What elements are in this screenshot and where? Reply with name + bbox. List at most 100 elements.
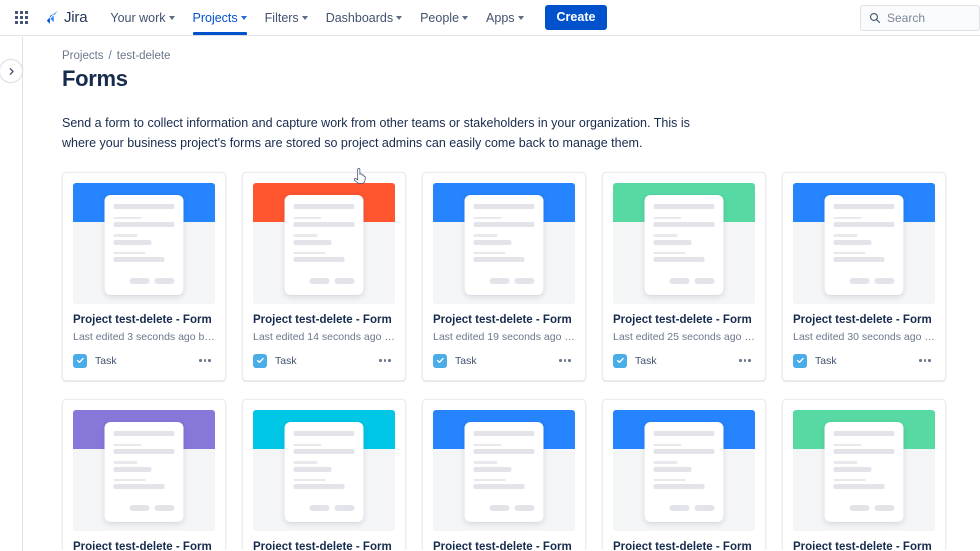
nav-item-label: Filters (264, 10, 299, 25)
preview-button-pill (489, 504, 510, 511)
preview-title-bar (293, 203, 355, 209)
form-card[interactable]: Project test-delete - Form Last edited 14… (242, 171, 406, 381)
nav-item-projects[interactable]: Projects (184, 0, 256, 35)
search-input[interactable]: Search (860, 4, 980, 31)
preview-button-pill (874, 504, 895, 511)
form-card-footer: Task (783, 343, 945, 380)
form-card[interactable]: Project test-delete - FormLast edited 1 … (422, 398, 586, 550)
form-card[interactable]: Project test-delete - FormLast edited 1 … (782, 398, 946, 551)
search-placeholder: Search (887, 10, 926, 25)
form-card-last-edited: Last edited 30 seconds ago by you (793, 330, 935, 343)
preview-field-bar (473, 466, 512, 472)
form-card-more-actions-button[interactable] (735, 352, 755, 370)
preview-button-pill (514, 277, 535, 284)
app-switcher-button[interactable] (8, 5, 34, 31)
preview-label-bar (833, 251, 866, 254)
nav-item-label: Apps (486, 10, 515, 25)
preview-title-bar (653, 203, 715, 209)
brand-name: Jira (64, 9, 88, 26)
form-card[interactable]: Project test-delete - FormLast edited 1 … (602, 398, 766, 551)
preview-field-bar (833, 466, 872, 472)
preview-button-pill (309, 277, 330, 284)
form-card[interactable]: Project test-delete - FormLast edited 36… (62, 398, 226, 550)
chevron-down-icon (517, 16, 524, 20)
preview-field-bar (113, 466, 152, 472)
form-card-body: Project test-delete - Form Last edited 14… (243, 304, 405, 343)
chevron-right-icon (9, 67, 14, 75)
task-checkbox-icon (793, 353, 807, 368)
preview-field-bar (653, 484, 705, 489)
form-card-title: Project test-delete - Form (793, 540, 932, 551)
preview-field-bar (113, 484, 165, 489)
form-card-more-actions-button[interactable] (195, 352, 215, 370)
preview-button-pill (489, 277, 510, 284)
preview-buttons (669, 277, 715, 284)
form-card-footer: Task (423, 343, 585, 380)
nav-item-label: Projects (192, 10, 238, 25)
create-button[interactable]: Create (544, 5, 608, 30)
grid-apps-icon (14, 11, 28, 24)
form-card[interactable]: Project test-delete - Form Last edited 3 … (62, 171, 226, 381)
collapsed-sidebar-rail (0, 37, 23, 551)
form-card[interactable]: Project test-delete - Form Last edited 30… (782, 171, 946, 381)
preview-button-pill (334, 277, 355, 284)
form-card-body: Project test-delete - Form Last edited 19… (423, 304, 585, 343)
breadcrumb-item-test-delete[interactable]: test-delete (117, 50, 171, 62)
nav-item-filters[interactable]: Filters (256, 0, 317, 35)
preview-label-bar (833, 443, 862, 446)
preview-field-bar (293, 484, 345, 489)
main-content-area: Projects / test-delete Forms Send a form… (24, 36, 980, 550)
preview-button-pill (669, 504, 690, 511)
form-card-more-actions-button[interactable] (915, 352, 935, 370)
chevron-down-icon (396, 16, 403, 20)
form-card[interactable]: Project test-delete - Form Last edited 19… (422, 171, 586, 381)
form-card[interactable]: Project test-delete - Form Last edited 25… (602, 171, 766, 381)
preview-title-bar (833, 430, 895, 436)
form-card[interactable]: Project test-delete - FormLast edited 40… (242, 398, 406, 551)
preview-label-bar (653, 234, 678, 237)
form-thumbnail (793, 409, 935, 531)
preview-label-bar (473, 234, 498, 237)
form-preview-sheet (464, 421, 544, 522)
nav-item-people[interactable]: People (411, 0, 477, 35)
preview-button-pill (154, 504, 175, 511)
nav-item-label: Dashboards (325, 10, 394, 25)
form-card-body: Project test-delete - FormLast edited 1 … (603, 531, 765, 551)
nav-item-label: Your work (110, 10, 166, 25)
form-card-last-edited: Last edited 25 seconds ago by you (613, 330, 755, 343)
nav-item-apps[interactable]: Apps (477, 0, 533, 35)
nav-item-dashboards[interactable]: Dashboards (317, 0, 411, 35)
breadcrumb-item-projects[interactable]: Projects (62, 50, 104, 62)
preview-button-pill (694, 277, 715, 284)
form-card-more-actions-button[interactable] (375, 352, 395, 370)
preview-field-bar (293, 257, 345, 262)
task-checkbox-icon (433, 353, 447, 368)
expand-sidebar-button[interactable] (0, 59, 23, 83)
forms-grid: Project test-delete - Form Last edited 3 … (44, 171, 950, 551)
preview-field-bar (113, 239, 152, 245)
jira-home-link[interactable]: Jira (42, 9, 88, 26)
form-thumbnail (433, 409, 575, 531)
form-card-last-edited: Last edited 14 seconds ago by you (253, 330, 395, 343)
form-preview-sheet (824, 194, 904, 295)
form-preview-sheet (644, 194, 724, 295)
form-card-footer: Task (243, 343, 405, 380)
breadcrumb-separator: / (108, 50, 112, 62)
nav-item-your-work[interactable]: Your work (101, 0, 183, 35)
form-card-body: Project test-delete - Form Last edited 25… (603, 304, 765, 343)
preview-button-pill (874, 277, 895, 284)
form-preview-sheet (104, 194, 184, 295)
form-card-body: Project test-delete - FormLast edited 1 … (783, 531, 945, 551)
preview-field-bar (653, 466, 692, 472)
chevron-down-icon (301, 16, 308, 20)
form-card-body: Project test-delete - Form Last edited 3 … (63, 304, 225, 343)
form-thumbnail (73, 409, 215, 531)
preview-label-bar (293, 478, 326, 481)
form-card-body: Project test-delete - FormLast edited 40… (243, 531, 405, 551)
form-thumbnail (793, 182, 935, 304)
preview-title-bar (833, 203, 895, 209)
preview-label-bar (473, 251, 506, 254)
preview-button-pill (849, 504, 870, 511)
nav-right-section: Search (860, 4, 980, 31)
form-card-more-actions-button[interactable] (555, 352, 575, 370)
